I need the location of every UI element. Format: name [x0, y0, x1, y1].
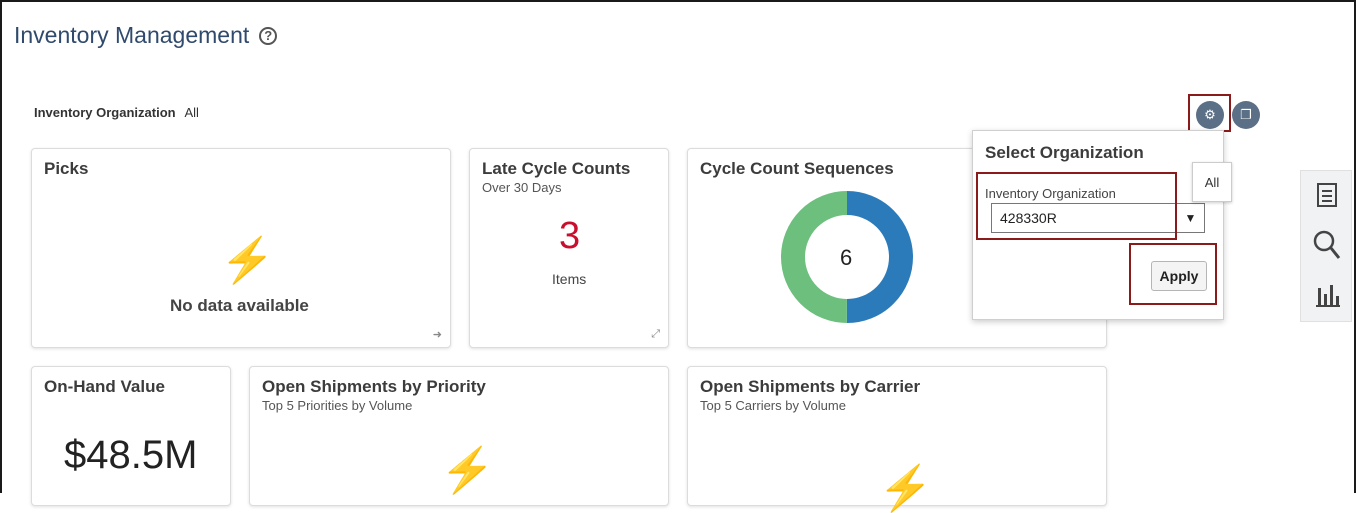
- on-hand-amount: $48.5M: [64, 433, 198, 477]
- cycle-seq-title: Cycle Count Sequences: [700, 159, 894, 178]
- org-filter: Inventory Organization All: [34, 105, 199, 120]
- picks-card[interactable]: Picks ⚡ No data available ➜: [31, 148, 451, 348]
- lightning-icon: ⚡: [878, 464, 933, 513]
- org-filter-value: All: [184, 105, 199, 120]
- lightning-icon: ⚡: [440, 446, 495, 495]
- tooltip: All: [1192, 162, 1232, 202]
- late-cycle-unit: Items: [552, 271, 587, 287]
- ship-priority-subtitle: Top 5 Priorities by Volume: [262, 398, 413, 413]
- page-title: Inventory Management ?: [14, 22, 278, 49]
- ship-carrier-title: Open Shipments by Carrier: [700, 377, 921, 396]
- shipments-by-carrier-card[interactable]: Open Shipments by Carrier Top 5 Carriers…: [687, 366, 1107, 511]
- late-cycle-title: Late Cycle Counts: [482, 159, 631, 178]
- settings-highlight: [1188, 94, 1231, 132]
- on-hand-value-card[interactable]: On-Hand Value $48.5M: [31, 366, 231, 506]
- no-data-text: No data available: [170, 296, 309, 315]
- org-filter-label: Inventory Organization: [34, 105, 176, 120]
- search-icon[interactable]: [1311, 229, 1343, 261]
- input-highlight: [976, 172, 1177, 240]
- shipments-by-priority-card[interactable]: Open Shipments by Priority Top 5 Priorit…: [249, 366, 669, 506]
- bar-chart-icon[interactable]: [1311, 279, 1343, 311]
- popup-title: Select Organization: [985, 143, 1144, 162]
- arrow-right-icon[interactable]: ➜: [433, 328, 442, 341]
- chevron-down-icon[interactable]: ▼: [1177, 203, 1205, 233]
- lightning-icon: ⚡: [220, 236, 275, 285]
- donut-center-value: 6: [840, 245, 853, 270]
- expand-icon[interactable]: ⤢: [651, 328, 660, 341]
- document-icon[interactable]: [1311, 179, 1343, 211]
- side-panel: [1300, 170, 1352, 322]
- page-title-text: Inventory Management: [14, 22, 250, 48]
- late-cycle-count: 3: [559, 215, 581, 257]
- help-icon[interactable]: ?: [259, 26, 278, 45]
- late-cycle-counts-card[interactable]: Late Cycle Counts Over 30 Days 3 Items ⤢: [469, 148, 669, 348]
- picks-title: Picks: [44, 159, 89, 178]
- apply-highlight: [1129, 243, 1217, 305]
- ship-carrier-subtitle: Top 5 Carriers by Volume: [700, 398, 846, 413]
- on-hand-title: On-Hand Value: [44, 377, 165, 396]
- layout-icon[interactable]: ❐: [1232, 101, 1260, 129]
- late-cycle-subtitle: Over 30 Days: [482, 180, 562, 195]
- ship-priority-title: Open Shipments by Priority: [262, 377, 486, 396]
